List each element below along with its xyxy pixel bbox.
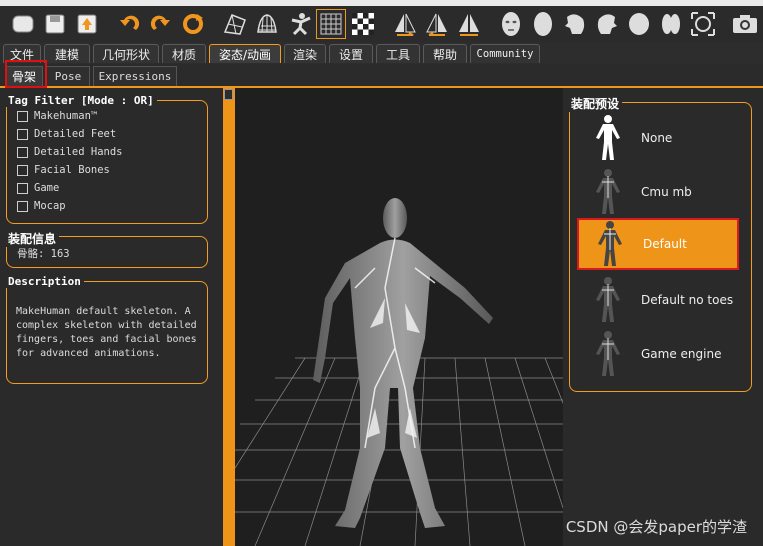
symmetry-left-icon[interactable] <box>422 9 452 39</box>
filter-label: Makehuman™ <box>34 110 98 122</box>
reset-icon[interactable] <box>178 9 208 39</box>
preset-default-no-toes[interactable]: Default no toes <box>577 274 739 326</box>
preset-cmu-mb[interactable]: Cmu mb <box>577 166 739 218</box>
figure-icon <box>585 275 631 325</box>
filter-label: Detailed Feet <box>34 128 117 140</box>
preset-label: None <box>641 131 673 145</box>
filter-label: Facial Bones <box>34 164 110 176</box>
tab-help[interactable]: 帮助 <box>423 44 467 63</box>
tab-expressions[interactable]: Expressions <box>93 66 177 86</box>
tab-settings[interactable]: 设置 <box>329 44 373 63</box>
figure-icon <box>585 167 631 217</box>
checkbox[interactable] <box>17 182 28 194</box>
figure-icon <box>587 219 633 269</box>
tab-pose-animate[interactable]: 姿态/动画 <box>209 44 281 63</box>
rig-presets-title: 装配预设 <box>568 95 623 112</box>
watermark: CSDN @会发paper的学渣 <box>565 518 747 536</box>
symmetry-icon[interactable] <box>454 9 484 39</box>
checkbox[interactable] <box>17 128 28 140</box>
filter-label: Detailed Hands <box>34 146 123 158</box>
screenshot-icon[interactable] <box>730 9 760 39</box>
description-title: Description <box>5 275 84 288</box>
preset-label: Game engine <box>641 347 722 361</box>
front-view-icon[interactable] <box>496 9 526 39</box>
undo-icon[interactable] <box>114 9 144 39</box>
left-scrollbar[interactable] <box>223 88 235 546</box>
left-view-icon[interactable] <box>560 9 590 39</box>
checkbox[interactable] <box>17 146 28 158</box>
new-file-icon[interactable] <box>8 9 38 39</box>
bone-count: 骨骼: 163 <box>17 248 70 260</box>
preset-label: Default no toes <box>641 293 734 307</box>
checkbox[interactable] <box>17 164 28 176</box>
grid-icon[interactable] <box>316 9 346 39</box>
tab-rendering[interactable]: 渲染 <box>284 44 326 63</box>
viewport-canvas <box>235 198 563 546</box>
3d-viewport[interactable] <box>235 88 563 546</box>
smooth-icon[interactable] <box>252 9 282 39</box>
description-text: MakeHuman default skeleton. A complex sk… <box>16 306 197 359</box>
save-icon[interactable] <box>40 9 70 39</box>
preset-default[interactable]: Default <box>577 218 739 270</box>
tab-pose[interactable]: Pose <box>46 66 90 86</box>
checkbox[interactable] <box>17 200 28 212</box>
filter-label: Game <box>34 182 60 194</box>
export-icon[interactable] <box>72 9 102 39</box>
checker-icon[interactable] <box>348 9 378 39</box>
pose-icon[interactable] <box>286 9 316 39</box>
filter-game[interactable]: Game <box>17 180 59 196</box>
reset-camera-icon[interactable] <box>688 9 718 39</box>
wireframe-icon[interactable] <box>220 9 250 39</box>
filter-mocap[interactable]: Mocap <box>17 198 66 214</box>
bottom-view-icon[interactable] <box>656 9 686 39</box>
left-panel: Tag Filter [Mode : OR] Makehuman™ Detail… <box>0 88 223 546</box>
filter-detailed-feet[interactable]: Detailed Feet <box>17 126 116 142</box>
checkbox[interactable] <box>17 110 28 122</box>
top-view-icon[interactable] <box>624 9 654 39</box>
preset-none[interactable]: None <box>577 112 739 164</box>
preset-game-engine[interactable]: Game engine <box>577 328 739 380</box>
filter-makehuman[interactable]: Makehuman™ <box>17 108 97 124</box>
preset-label: Cmu mb <box>641 185 692 199</box>
redo-icon[interactable] <box>146 9 176 39</box>
symmetry-right-icon[interactable] <box>390 9 420 39</box>
tab-modelling[interactable]: 建模 <box>44 44 90 63</box>
preset-label: Default <box>643 237 687 251</box>
tag-filter-title: Tag Filter [Mode : OR] <box>5 94 157 107</box>
filter-facial-bones[interactable]: Facial Bones <box>17 162 110 178</box>
right-panel: 装配预设 None Cmu mb Default Default no toes… <box>563 88 763 546</box>
main-toolbar <box>0 6 763 42</box>
menu-bar: 文件 建模 几何形状 材质 姿态/动画 渲染 设置 工具 帮助 Communit… <box>0 42 763 64</box>
figure-icon <box>585 329 631 379</box>
tab-utilities[interactable]: 工具 <box>376 44 420 63</box>
highlight-box <box>5 60 47 88</box>
filter-label: Mocap <box>34 200 66 212</box>
tab-geometry[interactable]: 几何形状 <box>93 44 159 63</box>
filter-detailed-hands[interactable]: Detailed Hands <box>17 144 123 160</box>
tab-material[interactable]: 材质 <box>162 44 206 63</box>
rig-info-title: 装配信息 <box>5 230 60 247</box>
back-view-icon[interactable] <box>528 9 558 39</box>
tab-community[interactable]: Community <box>470 44 540 63</box>
human-model <box>313 198 493 528</box>
sub-tab-bar: 骨架 Pose Expressions <box>0 64 763 88</box>
figure-icon <box>585 113 631 163</box>
scroll-handle[interactable] <box>224 89 233 100</box>
right-view-icon[interactable] <box>592 9 622 39</box>
